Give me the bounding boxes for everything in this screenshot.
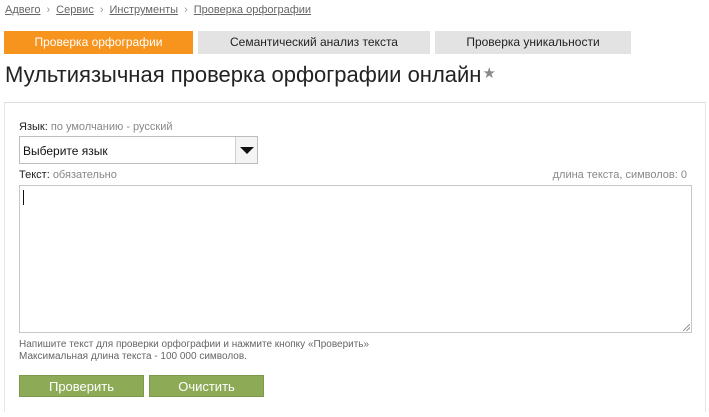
spellcheck-form: Язык: по умолчанию - русский Выберите яз… bbox=[4, 102, 706, 412]
chevron-down-icon bbox=[240, 147, 254, 154]
dropdown-button[interactable] bbox=[235, 137, 257, 163]
check-button[interactable]: Проверить bbox=[19, 375, 144, 397]
breadcrumb-link-spellcheck[interactable]: Проверка орфографии bbox=[194, 4, 311, 16]
resize-handle-icon[interactable] bbox=[683, 324, 690, 331]
breadcrumb-separator: › bbox=[46, 4, 51, 16]
tab-semantic-analysis[interactable]: Семантический анализ текста bbox=[198, 31, 430, 54]
text-hint: обязательно bbox=[52, 169, 117, 181]
clear-button[interactable]: Очистить bbox=[149, 375, 264, 397]
text-input[interactable] bbox=[19, 185, 692, 333]
help-line-instructions: Напишите текст для проверки орфографии и… bbox=[19, 339, 370, 350]
text-label: Текст: обязательно bbox=[19, 169, 117, 181]
language-hint: по умолчанию - русский bbox=[50, 121, 173, 133]
help-text: Напишите текст для проверки орфографии и… bbox=[19, 339, 369, 363]
tab-spellcheck[interactable]: Проверка орфографии bbox=[4, 31, 193, 54]
language-select[interactable]: Выберите язык bbox=[19, 136, 258, 164]
breadcrumb-link-tools[interactable]: Инструменты bbox=[110, 4, 179, 16]
text-label-text: Текст: bbox=[19, 169, 50, 181]
text-caret bbox=[23, 190, 24, 205]
text-length-counter: длина текста, символов: 0 bbox=[552, 169, 687, 181]
tab-uniqueness-check[interactable]: Проверка уникальности bbox=[435, 31, 631, 54]
language-select-value: Выберите язык bbox=[23, 144, 108, 158]
language-label-text: Язык: bbox=[19, 121, 48, 133]
page-title: Мультиязычная проверка орфографии онлайн… bbox=[5, 62, 496, 88]
breadcrumb-separator: › bbox=[184, 4, 188, 16]
breadcrumb-link-service[interactable]: Сервис bbox=[56, 4, 94, 16]
help-line-max-length: Максимальная длина текста - 100 000 симв… bbox=[19, 351, 247, 362]
page-title-text: Мультиязычная проверка орфографии онлайн bbox=[5, 62, 482, 87]
language-label: Язык: по умолчанию - русский bbox=[19, 121, 173, 133]
star-icon[interactable]: ★ bbox=[482, 65, 495, 82]
breadcrumb-link-advego[interactable]: Адвего bbox=[5, 4, 40, 16]
breadcrumb-separator: › bbox=[99, 4, 104, 16]
breadcrumb: Адвего › Сервис › Инструменты › Проверка орфог… bbox=[5, 4, 311, 16]
